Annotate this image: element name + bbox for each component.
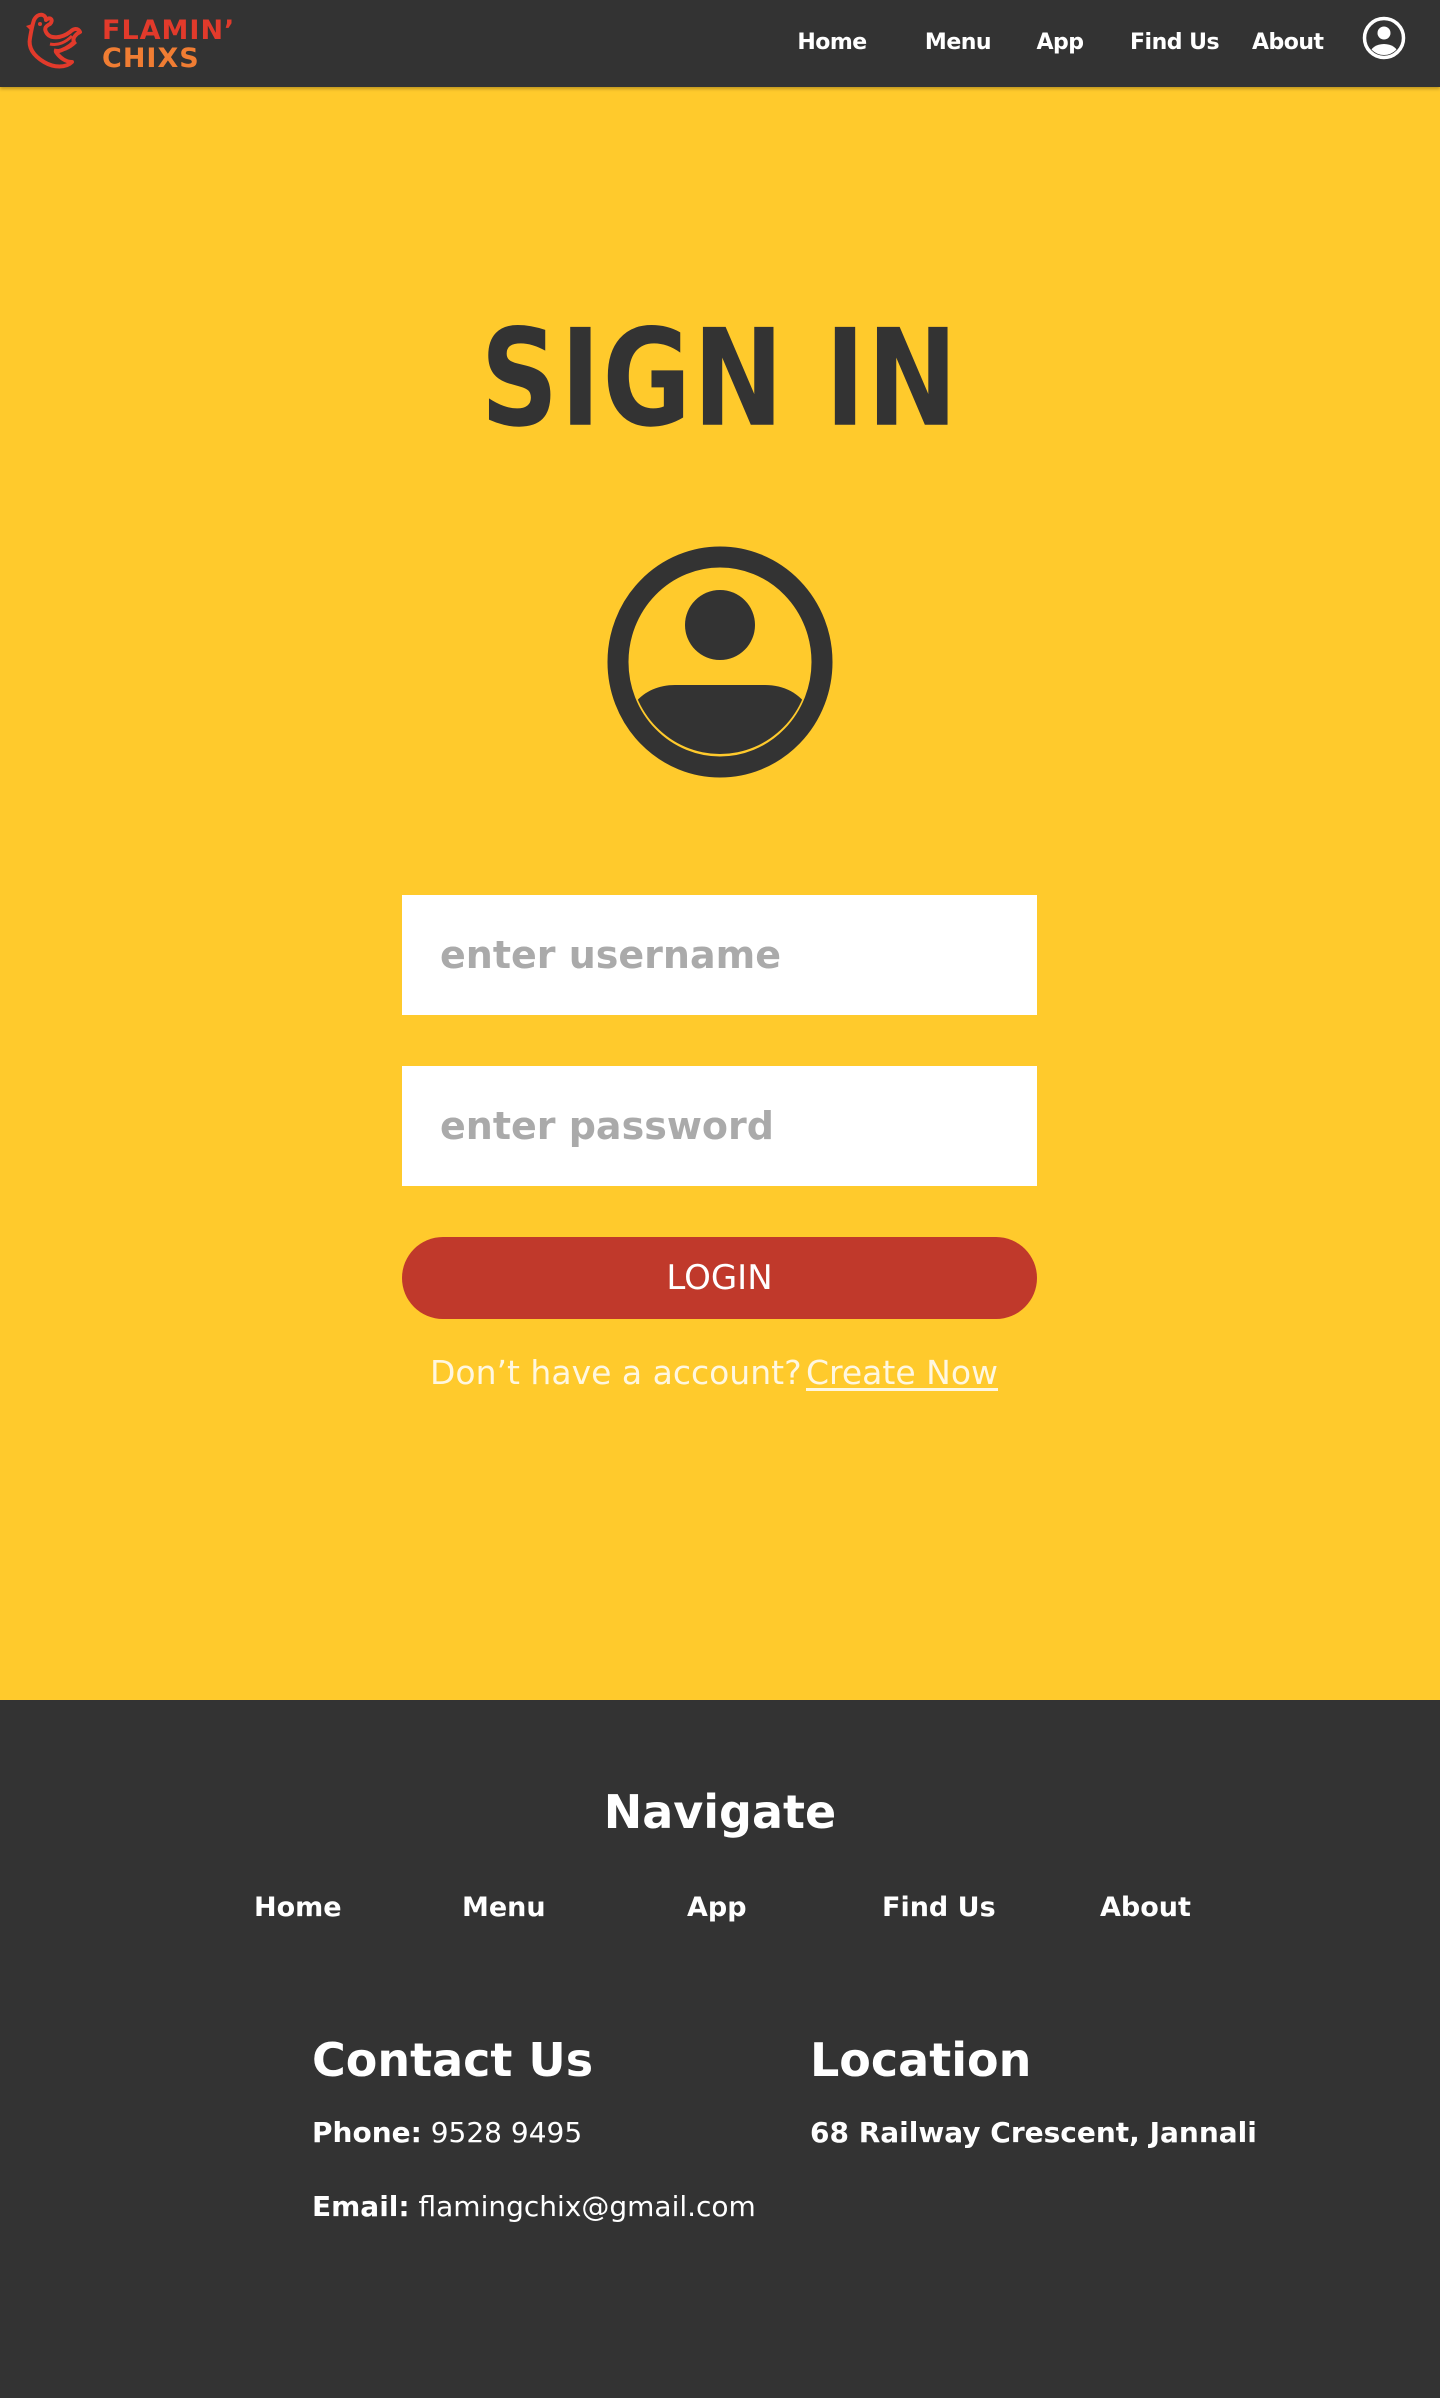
username-input[interactable] bbox=[402, 895, 1037, 1015]
rooster-icon bbox=[26, 12, 82, 69]
nav-about[interactable]: About bbox=[1252, 26, 1324, 60]
location-heading: Location bbox=[810, 2033, 1032, 2087]
footer-nav-menu[interactable]: Menu bbox=[462, 1888, 546, 1928]
contact-us-heading: Contact Us bbox=[312, 2033, 594, 2087]
footer-nav-home[interactable]: Home bbox=[254, 1888, 342, 1928]
nav-menu[interactable]: Menu bbox=[922, 26, 994, 60]
phone-value: 9528 9495 bbox=[430, 2116, 583, 2149]
nav-app[interactable]: App bbox=[1035, 26, 1085, 60]
email-label: Email: bbox=[312, 2190, 410, 2223]
footer-nav-app[interactable]: App bbox=[687, 1888, 747, 1928]
sign-in-title: SIGN IN bbox=[480, 301, 960, 458]
user-circle-icon[interactable] bbox=[1362, 16, 1406, 60]
footer-navigate-heading: Navigate bbox=[603, 1785, 837, 1839]
location-address: 68 Railway Crescent, Jannali bbox=[810, 2116, 1257, 2149]
footer-nav-find-us[interactable]: Find Us bbox=[882, 1888, 996, 1928]
footer-nav-about[interactable]: About bbox=[1100, 1888, 1191, 1928]
phone-label: Phone: bbox=[312, 2116, 422, 2149]
nav-home[interactable]: Home bbox=[796, 26, 868, 60]
contact-email: Email: flamingchix@gmail.com bbox=[312, 2187, 756, 2227]
contact-phone: Phone: 9528 9495 bbox=[312, 2113, 582, 2153]
nav-find-us[interactable]: Find Us bbox=[1130, 26, 1220, 60]
no-account-text: Don’t have a account? bbox=[430, 1353, 802, 1392]
logo-text-line1: FLAMIN’ bbox=[102, 15, 236, 46]
password-input[interactable] bbox=[402, 1066, 1037, 1186]
flamin-chixs-logo[interactable]: FLAMIN’ CHIXS bbox=[20, 10, 234, 76]
create-account-link[interactable]: Create Now bbox=[806, 1350, 998, 1396]
email-value[interactable]: flamingchix@gmail.com bbox=[419, 2190, 756, 2223]
login-button[interactable]: LOGIN bbox=[402, 1237, 1037, 1319]
user-avatar-icon bbox=[607, 546, 833, 778]
top-navigation-bar: FLAMIN’ CHIXS Home Menu App Find Us Abou… bbox=[0, 0, 1440, 87]
footer: Navigate Home Menu App Find Us About Con… bbox=[0, 1700, 1440, 2398]
logo-text-line2: CHIXS bbox=[102, 43, 200, 74]
